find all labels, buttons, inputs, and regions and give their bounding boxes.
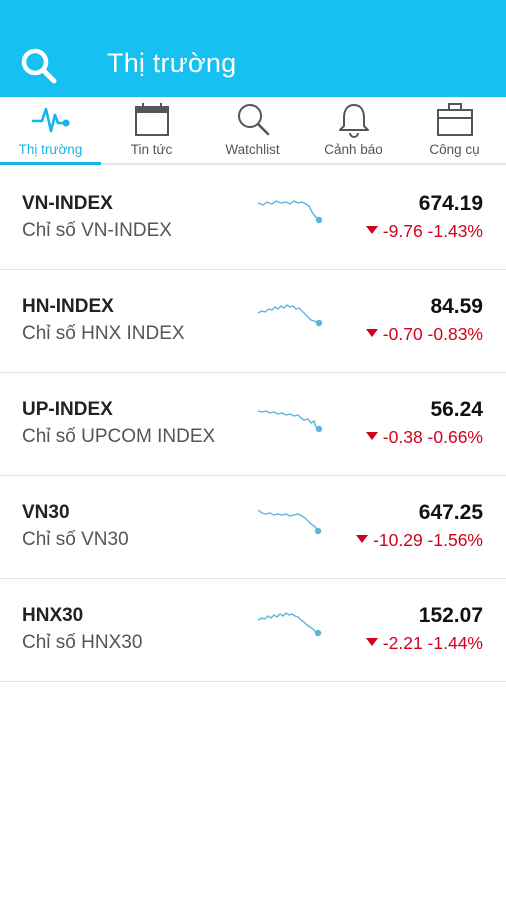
index-symbol: UP-INDEX — [22, 399, 113, 420]
tab-bar: Thị trường Tin tức Watchlist Cảnh báo Cô… — [0, 97, 506, 165]
tab-watchlist[interactable]: Watchlist — [202, 97, 303, 163]
index-symbol: HN-INDEX — [22, 296, 114, 317]
down-arrow-icon — [365, 432, 378, 441]
index-change: -0.70 -0.83% — [365, 324, 483, 345]
page-title: Thị trường — [107, 48, 237, 78]
index-value: 647.25 — [418, 501, 483, 524]
sparkline-chart — [257, 200, 323, 224]
index-name: Chỉ số UPCOM INDEX — [22, 426, 216, 447]
app-bar: Thị trường — [0, 0, 506, 97]
index-change: -10.29 -1.56% — [356, 530, 483, 551]
index-name: Chỉ số HNX30 — [22, 632, 143, 653]
down-arrow-icon — [356, 535, 369, 544]
index-name: Chỉ số VN30 — [22, 529, 129, 550]
sparkline-chart — [257, 612, 322, 637]
tab-label: Watchlist — [225, 142, 280, 157]
index-value: 152.07 — [418, 604, 483, 627]
index-symbol: VN30 — [22, 502, 70, 523]
index-change-text: -0.38 -0.66% — [382, 427, 483, 447]
tab-market[interactable]: Thị trường — [0, 97, 101, 165]
sparkline-chart — [257, 509, 322, 535]
down-arrow-icon — [365, 638, 378, 647]
index-change-text: -0.70 -0.83% — [382, 324, 483, 344]
tab-label: Cảnh báo — [324, 142, 383, 157]
index-name: Chỉ số VN-INDEX — [22, 220, 172, 241]
index-value: 674.19 — [418, 192, 483, 215]
index-name: Chỉ số HNX INDEX — [22, 323, 185, 344]
index-value: 84.59 — [430, 295, 483, 318]
index-row-up-index[interactable]: UP-INDEX Chỉ số UPCOM INDEX 56.24 -0.38 … — [0, 373, 506, 476]
index-row-vn30[interactable]: VN30 Chỉ số VN30 647.25 -10.29 -1.56% — [0, 476, 506, 579]
sparkline-chart — [257, 304, 323, 327]
search-button[interactable] — [18, 46, 60, 88]
calendar-icon — [134, 103, 169, 136]
tab-news[interactable]: Tin tức — [101, 97, 202, 163]
tab-label: Tin tức — [130, 142, 173, 157]
pulse-icon — [31, 107, 69, 133]
index-change: -0.38 -0.66% — [365, 427, 483, 448]
down-arrow-icon — [365, 226, 378, 235]
active-tab-indicator — [0, 162, 101, 165]
index-value: 56.24 — [430, 398, 483, 421]
index-symbol: VN-INDEX — [22, 193, 113, 214]
index-row-hnx30[interactable]: HNX30 Chỉ số HNX30 152.07 -2.21 -1.44% — [0, 579, 506, 682]
tab-alerts[interactable]: Cảnh báo — [303, 97, 404, 163]
tab-label: Công cụ — [429, 142, 480, 157]
index-row-hn-index[interactable]: HN-INDEX Chỉ số HNX INDEX 84.59 -0.70 -0… — [0, 270, 506, 373]
magnifier-icon — [237, 104, 269, 136]
bell-icon — [338, 104, 369, 138]
index-change-text: -2.21 -1.44% — [382, 633, 483, 653]
sparkline-chart — [257, 410, 323, 433]
tab-label: Thị trường — [18, 142, 83, 157]
search-icon — [21, 48, 57, 84]
index-change: -9.76 -1.43% — [365, 221, 483, 242]
index-change-text: -10.29 -1.56% — [373, 530, 483, 550]
tab-tools[interactable]: Công cụ — [404, 97, 505, 163]
index-list: VN-INDEX Chỉ số VN-INDEX 674.19 -9.76 -1… — [0, 167, 506, 682]
index-change: -2.21 -1.44% — [365, 633, 483, 654]
down-arrow-icon — [365, 329, 378, 338]
index-symbol: HNX30 — [22, 605, 84, 626]
briefcase-icon — [436, 103, 473, 136]
index-row-vn-index[interactable]: VN-INDEX Chỉ số VN-INDEX 674.19 -9.76 -1… — [0, 167, 506, 270]
index-change-text: -9.76 -1.43% — [382, 221, 483, 241]
